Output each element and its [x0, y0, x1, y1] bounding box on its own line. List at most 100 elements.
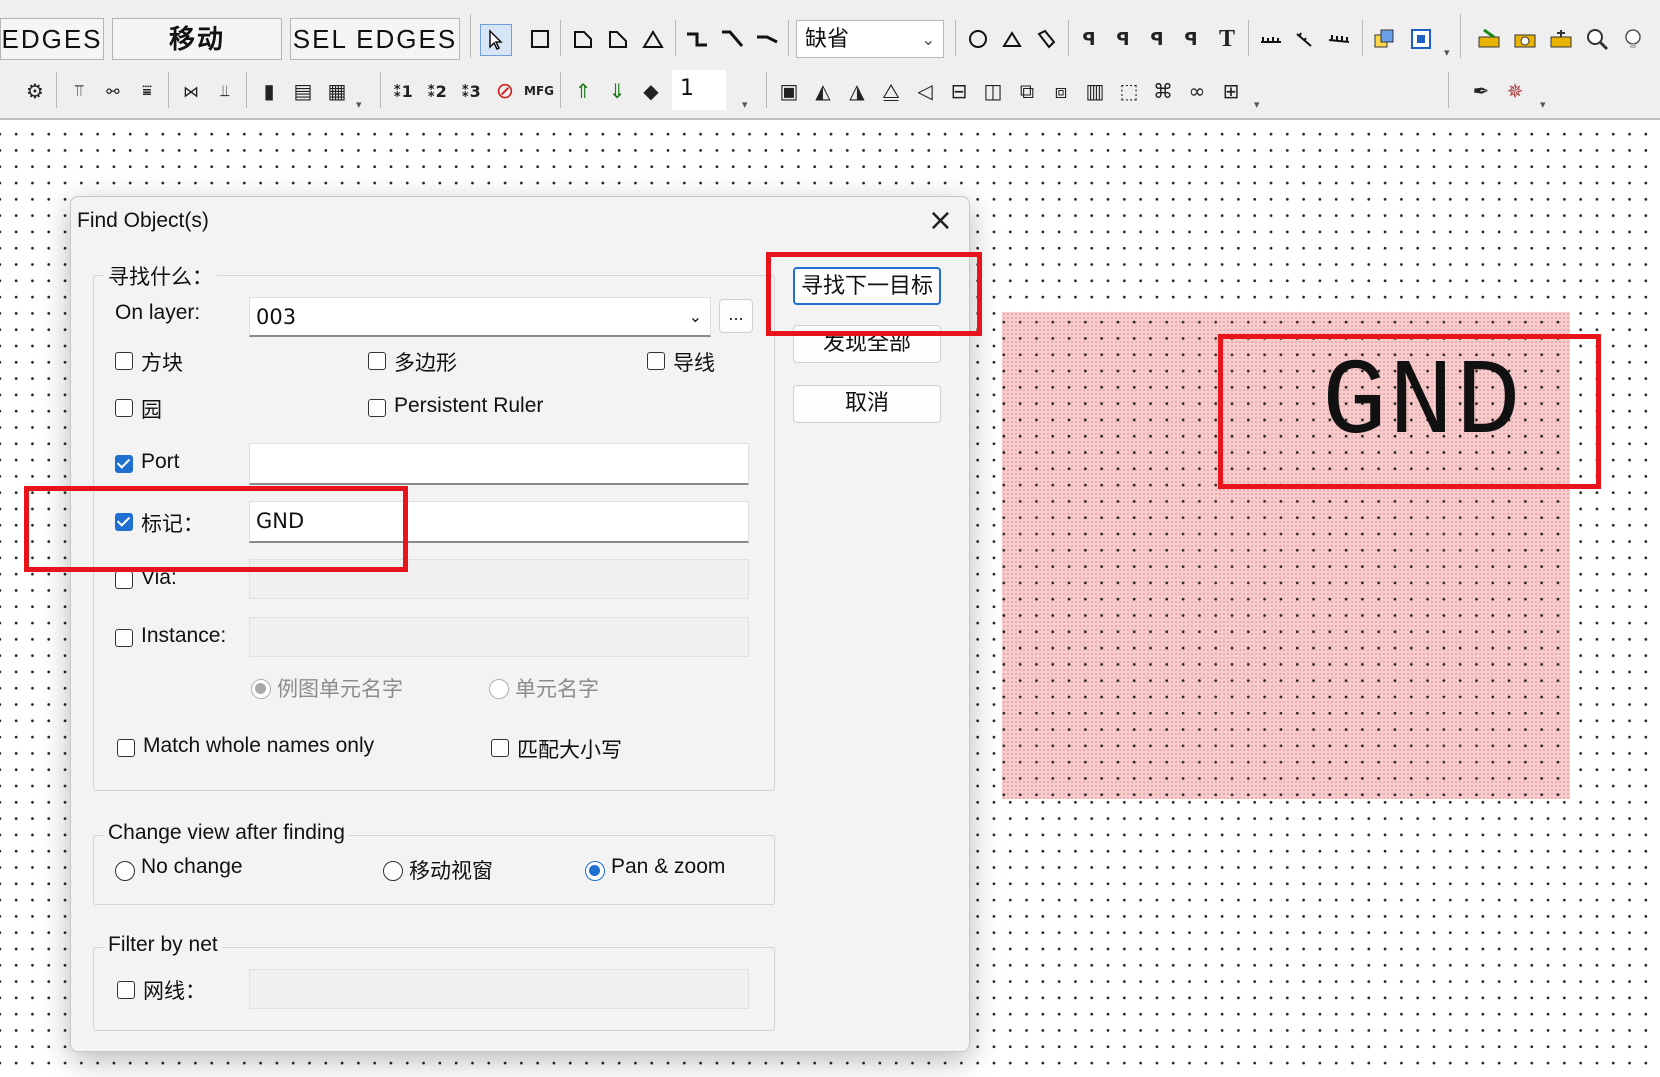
snap-down-icon[interactable]: ⇓: [602, 76, 632, 106]
rotate-icon[interactable]: ◭: [808, 76, 838, 106]
polygon-checkbox-label: 多边形: [394, 352, 457, 375]
align-center-icon[interactable]: ⫫: [210, 76, 240, 106]
hierarchy-top-icon[interactable]: [1546, 24, 1576, 54]
ruler-tool-icon[interactable]: [1256, 24, 1286, 54]
move-tab-button[interactable]: 移动: [112, 18, 282, 60]
circle-checkbox[interactable]: [115, 399, 133, 417]
instance-checkbox[interactable]: [115, 629, 133, 647]
align-top-icon[interactable]: ⫪: [64, 76, 94, 106]
browse-layer-button[interactable]: ...: [719, 299, 753, 333]
grid-2-icon[interactable]: ⁑2: [422, 76, 452, 106]
rotate-ccw-icon[interactable]: ◮: [842, 76, 872, 106]
toolbar-separator: [246, 72, 247, 108]
grid-1-icon[interactable]: ⁑1: [388, 76, 418, 106]
no-grid-icon[interactable]: ⊘: [490, 76, 520, 106]
wire-90-tool-icon[interactable]: [682, 24, 712, 54]
align-left-icon[interactable]: ▮: [254, 76, 284, 106]
circle-tool-icon[interactable]: [963, 24, 993, 54]
layer-number-field[interactable]: 1: [672, 70, 726, 110]
mirror-vertical-icon[interactable]: ◁: [910, 76, 940, 106]
pan-zoom-radio[interactable]: [585, 861, 605, 881]
bug-icon[interactable]: ✵: [1500, 76, 1530, 106]
edges-tab-button[interactable]: EDGES: [0, 18, 104, 60]
wire-any-tool-icon[interactable]: [752, 24, 782, 54]
move-window-radio[interactable]: [383, 861, 403, 881]
port-tool-3-icon[interactable]: ꟼ: [1142, 24, 1172, 54]
cell-name-radio[interactable]: [489, 679, 509, 699]
pointer-select-icon[interactable]: [480, 24, 512, 56]
no-change-radio[interactable]: [115, 861, 135, 881]
hierarchy-down-icon[interactable]: [1510, 24, 1540, 54]
polygon-45-tool-icon[interactable]: [603, 24, 633, 54]
toolbar-overflow-icon[interactable]: ▾: [1444, 46, 1450, 59]
port-checkbox[interactable]: [115, 455, 133, 473]
measure-icon[interactable]: ⊞: [1216, 76, 1246, 106]
port-tool-2-icon[interactable]: ꟼ: [1108, 24, 1138, 54]
polygon-tool-icon[interactable]: [568, 24, 598, 54]
layer-palette-icon[interactable]: [1370, 24, 1400, 54]
group-icon[interactable]: ⌘: [1148, 76, 1178, 106]
toolbar-separator: [1460, 14, 1461, 58]
ruler-multi-icon[interactable]: [1324, 24, 1354, 54]
via-checkbox[interactable]: [115, 571, 133, 589]
torus-tool-icon[interactable]: [1031, 24, 1061, 54]
wire-checkbox[interactable]: [647, 352, 665, 370]
port-input[interactable]: [249, 443, 749, 485]
copy-icon[interactable]: ▣: [774, 76, 804, 106]
on-layer-select[interactable]: 003 ⌄: [249, 297, 711, 337]
instance-input[interactable]: [249, 617, 749, 657]
wire-45-tool-icon[interactable]: [717, 24, 747, 54]
text-tool-icon[interactable]: T: [1212, 24, 1242, 54]
toolbar-separator: [560, 72, 561, 108]
snap-layer-icon[interactable]: ◆: [636, 76, 666, 106]
grid-3-icon[interactable]: ⁑3: [456, 76, 486, 106]
sel-edges-tab-button[interactable]: SEL EDGES: [290, 18, 460, 60]
highlight-gnd-label: [1218, 334, 1601, 489]
match-case-checkbox[interactable]: [491, 739, 509, 757]
close-icon[interactable]: ×: [928, 203, 953, 238]
port-tool-icon[interactable]: ꟼ: [1074, 24, 1104, 54]
match-whole-checkbox[interactable]: [117, 739, 135, 757]
toolbar-overflow-icon[interactable]: ▾: [1540, 98, 1546, 111]
toolbar-separator: [1068, 20, 1069, 56]
boolean-icon[interactable]: ⧉: [1012, 76, 1042, 106]
pen-icon[interactable]: ✒: [1466, 76, 1496, 106]
distribute-horizontal-icon[interactable]: ⋈: [176, 76, 206, 106]
style-dropdown[interactable]: 缺省 ⌄: [796, 20, 944, 58]
align-grid-icon[interactable]: ▦: [322, 76, 352, 106]
rectangle-tool-icon[interactable]: [525, 24, 555, 54]
settings-gear-icon[interactable]: ⚙: [20, 76, 50, 106]
align-middle-icon[interactable]: ▤: [288, 76, 318, 106]
view-icon[interactable]: ∞: [1182, 76, 1212, 106]
array-icon[interactable]: ⧈: [1046, 76, 1076, 106]
ruler-diagonal-icon[interactable]: [1290, 24, 1320, 54]
pie-tool-icon[interactable]: [997, 24, 1027, 54]
toolbar-overflow-icon[interactable]: ▾: [742, 98, 748, 111]
snap-up-icon[interactable]: ⇑: [568, 76, 598, 106]
net-checkbox[interactable]: [117, 981, 135, 999]
net-input[interactable]: [249, 969, 749, 1009]
mfg-grid-icon[interactable]: MFG: [524, 76, 554, 106]
polygon-checkbox[interactable]: [368, 352, 386, 370]
cancel-button[interactable]: 取消: [793, 385, 941, 423]
flip-icon[interactable]: ⊟: [944, 76, 974, 106]
select-cell-icon[interactable]: [1406, 24, 1436, 54]
bounding-box-icon[interactable]: ⬚: [1114, 76, 1144, 106]
distribute-vertical-icon[interactable]: ⩸: [132, 76, 162, 106]
zoom-icon[interactable]: [1582, 24, 1612, 54]
persistent-ruler-checkbox[interactable]: [368, 399, 386, 417]
toolbar-separator: [168, 72, 169, 108]
toolbar-overflow-icon[interactable]: ▾: [1254, 98, 1260, 111]
instance-name-radio[interactable]: [251, 679, 271, 699]
mirror-horizontal-icon[interactable]: ⧋: [876, 76, 906, 106]
merge-icon[interactable]: ◫: [978, 76, 1008, 106]
port-tool-4-icon[interactable]: ꟼ: [1176, 24, 1206, 54]
chain-icon[interactable]: ⚯: [98, 76, 128, 106]
lightbulb-icon[interactable]: [1618, 24, 1648, 54]
hierarchy-up-icon[interactable]: [1474, 24, 1504, 54]
square-checkbox[interactable]: [115, 352, 133, 370]
triangle-tool-icon[interactable]: [638, 24, 668, 54]
stack-icon[interactable]: ▥: [1080, 76, 1110, 106]
toolbar-separator: [1362, 20, 1363, 56]
toolbar-overflow-icon[interactable]: ▾: [356, 98, 362, 111]
